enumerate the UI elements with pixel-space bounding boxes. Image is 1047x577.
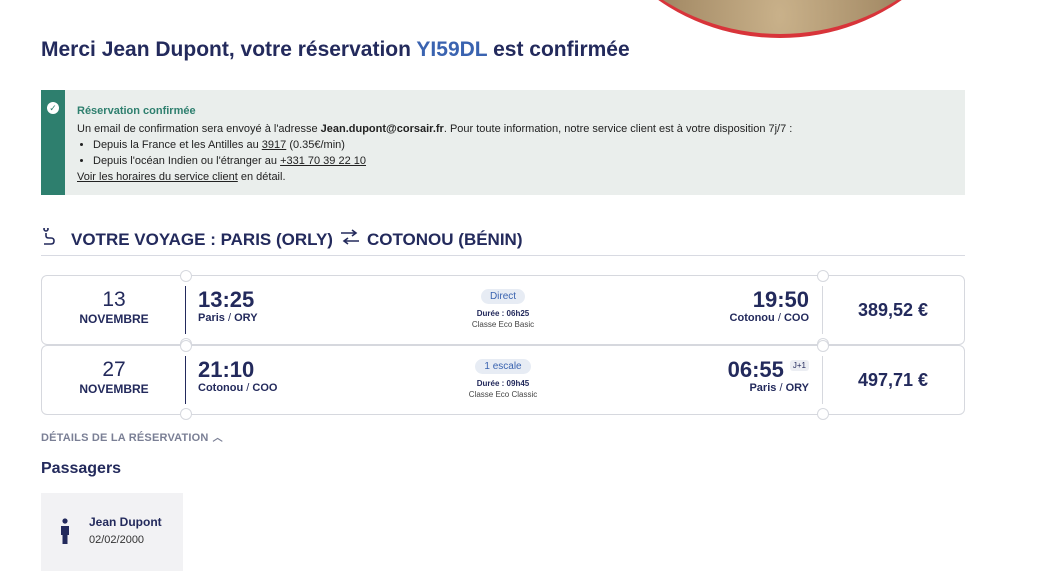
- confirmation-alert: ✓ Réservation confirmée Un email de conf…: [41, 90, 965, 195]
- arrival: 06:55 J+1 Paris / ORY: [728, 358, 809, 394]
- phone-link-france[interactable]: 3917: [262, 139, 286, 151]
- stops-badge: 1 escale: [475, 359, 531, 374]
- arrival-time: 06:55: [727, 357, 784, 382]
- flight-price: 389,52 €: [857, 299, 929, 320]
- departure: 13:25 Paris / ORY: [198, 287, 258, 325]
- departure-place: Paris / ORY: [198, 312, 258, 324]
- divider: [185, 286, 186, 334]
- arrival-time: 19:50: [752, 287, 809, 312]
- passenger-dob: 02/02/2000: [89, 534, 145, 546]
- ticket-notch: [180, 270, 192, 282]
- departure: 21:10 Cotonou / COO: [198, 357, 278, 395]
- ticket-notch: [180, 408, 192, 420]
- page-title: Merci Jean Dupont, votre réservation YI5…: [41, 38, 630, 62]
- round-trip-plane-icon: [339, 227, 361, 252]
- alert-title: Réservation confirmée: [77, 105, 196, 117]
- arrival-place: Cotonou / COO: [729, 312, 809, 324]
- day-offset-badge: J+1: [789, 360, 809, 371]
- flight-info: Direct Durée : 06h25 Classe Eco Basic: [430, 286, 576, 330]
- ticket-notch: [180, 340, 192, 352]
- booking-details-toggle[interactable]: DÉTAILS DE LA RÉSERVATION ︿: [41, 429, 223, 444]
- check-circle-icon: ✓: [47, 102, 59, 114]
- flight-card-return[interactable]: 27 NOVEMBRE 21:10 Cotonou / COO 1 escale…: [41, 340, 965, 420]
- arrival: 19:50 Cotonou / COO: [729, 287, 809, 325]
- contact-list: Depuis la France et les Antilles au 3917…: [77, 137, 792, 169]
- phone-link-international[interactable]: +331 70 39 22 10: [280, 155, 366, 167]
- list-item: Depuis la France et les Antilles au 3917…: [93, 137, 792, 153]
- confirmation-email: Jean.dupont@corsair.fr: [320, 123, 444, 135]
- passenger-name: Jean Dupont: [89, 515, 162, 529]
- cabin-class: Classe Eco Classic: [468, 390, 538, 399]
- passenger-card: Jean Dupont 02/02/2000: [41, 493, 183, 571]
- service-hours-link[interactable]: Voir les horaires du service client: [77, 171, 238, 183]
- chevron-up-icon: ︿: [212, 433, 223, 444]
- title-prefix: Merci Jean Dupont, votre réservation: [41, 38, 411, 61]
- person-icon: [61, 518, 69, 544]
- flight-date: 13 NOVEMBRE: [79, 288, 149, 326]
- trip-header: VOTRE VOYAGE : PARIS (ORLY) COTONOU (BÉN…: [41, 224, 965, 256]
- flight-price: 497,71 €: [857, 369, 929, 390]
- alert-status-bar: ✓: [41, 90, 65, 195]
- stops-badge: Direct: [480, 289, 526, 304]
- flight-duration: Durée : 06h25: [476, 309, 530, 318]
- departure-time: 13:25: [198, 287, 255, 312]
- alert-email-line: Un email de confirmation sera envoyé à l…: [77, 123, 793, 135]
- trip-destination: COTONOU (BÉNIN): [366, 229, 523, 249]
- trip-origin: VOTRE VOYAGE : PARIS (ORLY): [71, 229, 333, 249]
- departure-place: Cotonou / COO: [198, 382, 278, 394]
- flight-date: 27 NOVEMBRE: [79, 358, 149, 396]
- arrival-place: Paris / ORY: [749, 382, 809, 394]
- flight-duration: Durée : 09h45: [476, 379, 530, 388]
- cabin-class: Classe Eco Basic: [471, 320, 535, 329]
- flight-info: 1 escale Durée : 09h45 Classe Eco Classi…: [430, 356, 576, 400]
- departure-time: 21:10: [198, 357, 255, 382]
- passengers-title: Passagers: [41, 460, 122, 477]
- booking-reference: YI59DL: [416, 38, 488, 61]
- hero-banner-image: [580, 0, 980, 38]
- title-suffix: est confirmée: [493, 38, 630, 61]
- route-icon: [41, 226, 65, 251]
- list-item: Depuis l'océan Indien ou l'étranger au +…: [93, 153, 792, 169]
- flight-card-outbound[interactable]: 13 NOVEMBRE 13:25 Paris / ORY Direct Dur…: [41, 270, 965, 350]
- divider: [185, 356, 186, 404]
